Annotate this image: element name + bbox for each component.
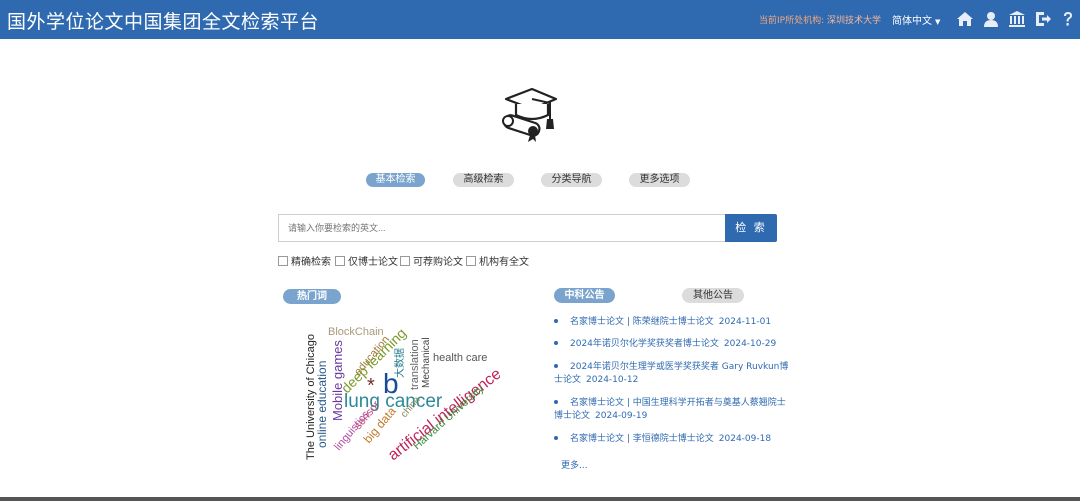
institution-name: 深圳技术大学 xyxy=(827,16,882,26)
hot-word[interactable]: online education xyxy=(315,361,329,448)
user-icon[interactable] xyxy=(981,9,1001,29)
announcement-date: 2024-09-19 xyxy=(595,411,648,421)
checkbox[interactable] xyxy=(400,256,410,266)
bullet-icon xyxy=(554,400,558,404)
tab-more-options[interactable]: 更多选项 xyxy=(629,173,690,187)
announcement-date: 2024-10-29 xyxy=(723,339,777,349)
checkbox[interactable] xyxy=(466,256,476,266)
bullet-icon xyxy=(554,436,558,440)
option-label: 可荐购论文 xyxy=(413,257,463,268)
announcement-title[interactable]: 2024年诺贝尔化学奖获奖者博士论文 xyxy=(570,339,719,349)
tab-advanced-search[interactable]: 高级检索 xyxy=(453,173,514,187)
bullet-icon xyxy=(554,364,558,368)
bullet-icon xyxy=(554,341,558,345)
site-title[interactable]: 国外学位论文中国集团全文检索平台 xyxy=(7,7,319,34)
tab-cas-announcements[interactable]: 中科公告 xyxy=(554,288,615,303)
hot-word[interactable]: health care xyxy=(433,352,487,364)
ip-institution-info: 当前IP所处机构: 深圳技术大学 xyxy=(759,13,881,26)
option-label: 机构有全文 xyxy=(479,257,529,268)
more-link[interactable]: 更多... xyxy=(561,458,588,471)
hot-word[interactable]: translation xyxy=(409,339,421,390)
hot-words-cloud: BlockChain education deep learning 大数据 t… xyxy=(295,318,500,468)
list-item[interactable]: 名家博士论文 | 李恒德院士博士论文 2024-09-18 xyxy=(554,433,789,446)
announcement-title[interactable]: 名家博士论文 | 中国生理科学开拓者与奠基人蔡翘院士博士论文 xyxy=(554,398,786,421)
announcement-title[interactable]: 名家博士论文 | 陈荣继院士博士论文 xyxy=(570,317,714,327)
hot-word[interactable]: Mobile games xyxy=(330,340,345,421)
list-item[interactable]: 2024年诺贝尔化学奖获奖者博士论文 2024-10-29 xyxy=(554,338,789,351)
institution-icon[interactable] xyxy=(1007,9,1027,29)
search-button[interactable]: 检 索 xyxy=(725,214,777,242)
bottom-border xyxy=(0,497,1080,501)
announcement-title[interactable]: 名家博士论文 | 李恒德院士博士论文 xyxy=(570,434,714,444)
announcement-date: 2024-11-01 xyxy=(718,317,772,327)
option-doctoral-only[interactable]: 仅博士论文 xyxy=(335,256,398,268)
search-input[interactable] xyxy=(278,214,725,242)
logout-icon[interactable] xyxy=(1033,9,1053,29)
tab-category-navigation[interactable]: 分类导航 xyxy=(541,173,602,187)
list-item[interactable]: 2024年诺贝尔生理学或医学奖获奖者 Gary Ruvkun博士论文 2024-1… xyxy=(554,361,789,387)
top-bar: 国外学位论文中国集团全文检索平台 当前IP所处机构: 深圳技术大学 简体中文 ▼ xyxy=(0,0,1080,39)
ip-label: 当前IP所处机构: xyxy=(759,16,825,26)
option-exact-search[interactable]: 精确检索 xyxy=(278,256,331,268)
chevron-down-icon: ▼ xyxy=(935,18,941,26)
hot-words-label: 热门词 xyxy=(283,289,341,304)
bullet-icon xyxy=(554,319,558,323)
language-selector[interactable]: 简体中文 ▼ xyxy=(892,12,940,27)
announcement-date: 2024-10-12 xyxy=(586,375,639,385)
option-label: 精确检索 xyxy=(291,257,331,268)
hot-word[interactable]: Mechanical xyxy=(421,337,432,388)
language-label: 简体中文 xyxy=(892,16,932,27)
help-icon[interactable] xyxy=(1058,9,1078,29)
announcement-date: 2024-09-18 xyxy=(718,434,772,444)
hot-word[interactable]: BlockChain xyxy=(328,326,384,338)
graduation-cap-icon xyxy=(498,85,558,143)
tab-basic-search[interactable]: 基本检索 xyxy=(366,173,425,187)
list-item[interactable]: 名家博士论文 | 陈荣继院士博士论文 2024-11-01 xyxy=(554,316,789,329)
home-icon[interactable] xyxy=(955,9,975,29)
tab-other-announcements[interactable]: 其他公告 xyxy=(682,288,744,303)
option-recommendable[interactable]: 可荐购论文 xyxy=(400,256,463,268)
checkbox[interactable] xyxy=(335,256,345,266)
checkbox[interactable] xyxy=(278,256,288,266)
list-item[interactable]: 名家博士论文 | 中国生理科学开拓者与奠基人蔡翘院士博士论文 2024-09-19 xyxy=(554,397,789,423)
option-label: 仅博士论文 xyxy=(348,257,398,268)
option-institution-fulltext[interactable]: 机构有全文 xyxy=(466,256,529,268)
